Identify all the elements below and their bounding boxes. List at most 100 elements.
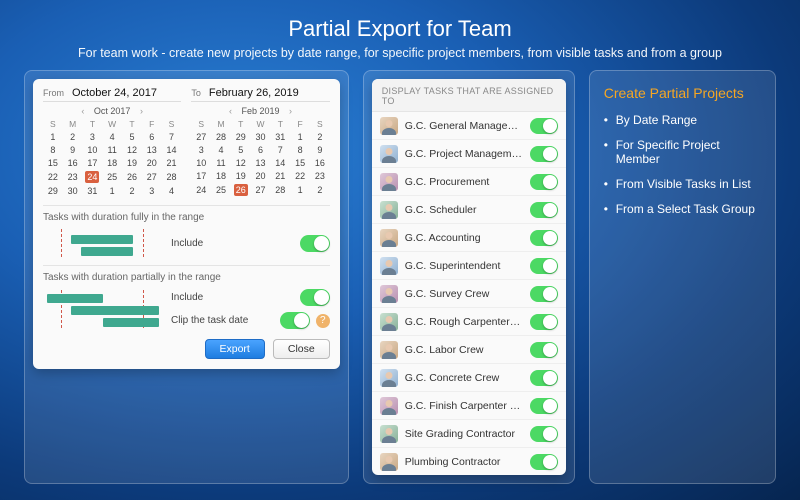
calendar-day[interactable]: 18 — [102, 156, 122, 169]
assignee-toggle[interactable] — [530, 258, 558, 274]
calendar-day[interactable]: 6 — [251, 143, 271, 156]
calendar-day[interactable]: 25 — [102, 169, 122, 184]
calendar-day[interactable]: 1 — [290, 130, 310, 143]
calendar-day[interactable]: 4 — [102, 130, 122, 143]
calendar-day[interactable]: 23 — [63, 169, 83, 184]
assignee-toggle[interactable] — [530, 230, 558, 246]
assignee-toggle[interactable] — [530, 398, 558, 414]
calendar-day[interactable]: 19 — [231, 169, 251, 182]
calendar-day[interactable]: 3 — [191, 143, 211, 156]
to-date-value[interactable]: February 26, 2019 — [209, 87, 299, 99]
assignee-toggle[interactable] — [530, 174, 558, 190]
calendar-day[interactable]: 12 — [231, 156, 251, 169]
calendar-day[interactable]: 29 — [43, 184, 63, 197]
calendar-day[interactable]: 8 — [43, 143, 63, 156]
calendar-day[interactable]: 25 — [211, 182, 231, 197]
calendar-day[interactable]: 11 — [211, 156, 231, 169]
calendar-day[interactable]: 22 — [43, 169, 63, 184]
calendar-day[interactable]: 17 — [191, 169, 211, 182]
calendar-day[interactable]: 14 — [162, 143, 182, 156]
from-date-value[interactable]: October 24, 2017 — [72, 87, 157, 99]
calendar-day[interactable]: 16 — [63, 156, 83, 169]
calendar-day[interactable]: 10 — [83, 143, 103, 156]
calendar-day[interactable]: 10 — [191, 156, 211, 169]
calendar-day[interactable]: 24 — [83, 169, 103, 184]
calendar-day[interactable]: 12 — [122, 143, 142, 156]
assignee-toggle[interactable] — [530, 342, 558, 358]
calendar-day[interactable]: 31 — [270, 130, 290, 143]
to-calendar[interactable]: ‹ Feb 2019 › SMTWTFS27282930311234567891… — [191, 106, 329, 197]
calendar-day[interactable]: 30 — [63, 184, 83, 197]
calendar-day[interactable]: 27 — [142, 169, 162, 184]
calendar-day[interactable]: 20 — [251, 169, 271, 182]
calendar-day[interactable]: 29 — [231, 130, 251, 143]
close-button[interactable]: Close — [273, 339, 330, 359]
calendar-day[interactable]: 30 — [251, 130, 271, 143]
include-fully-toggle[interactable] — [300, 235, 330, 252]
calendar-day[interactable]: 27 — [191, 130, 211, 143]
calendar-day[interactable]: 21 — [270, 169, 290, 182]
calendar-day[interactable]: 19 — [122, 156, 142, 169]
assignee-toggle[interactable] — [530, 286, 558, 302]
from-calendar[interactable]: ‹ Oct 2017 › SMTWTFS12345678910111213141… — [43, 106, 181, 197]
assignee-toggle[interactable] — [530, 202, 558, 218]
calendar-day[interactable]: 21 — [162, 156, 182, 169]
calendar-day[interactable]: 26 — [122, 169, 142, 184]
chevron-right-icon[interactable]: › — [286, 106, 296, 116]
assignee-toggle[interactable] — [530, 454, 558, 470]
clip-task-date-toggle[interactable] — [280, 312, 310, 329]
export-button[interactable]: Export — [205, 339, 265, 359]
calendar-day[interactable]: 11 — [102, 143, 122, 156]
calendar-day[interactable]: 16 — [310, 156, 330, 169]
calendar-day[interactable]: 15 — [43, 156, 63, 169]
avatar — [380, 453, 398, 471]
calendar-day[interactable]: 1 — [102, 184, 122, 197]
calendar-day[interactable]: 2 — [63, 130, 83, 143]
assignee-toggle[interactable] — [530, 314, 558, 330]
calendar-day[interactable]: 24 — [191, 182, 211, 197]
calendar-day[interactable]: 4 — [162, 184, 182, 197]
calendar-day[interactable]: 7 — [270, 143, 290, 156]
calendar-day[interactable]: 17 — [83, 156, 103, 169]
assignee-row: G.C. Finish Carpenter Crew — [372, 392, 566, 420]
calendar-day[interactable]: 13 — [142, 143, 162, 156]
calendar-day[interactable]: 31 — [83, 184, 103, 197]
calendar-day[interactable]: 28 — [211, 130, 231, 143]
help-icon[interactable]: ? — [316, 314, 330, 328]
calendar-day[interactable]: 5 — [122, 130, 142, 143]
calendar-day[interactable]: 26 — [231, 182, 251, 197]
calendar-day[interactable]: 28 — [162, 169, 182, 184]
calendar-day[interactable]: 20 — [142, 156, 162, 169]
calendar-day[interactable]: 8 — [290, 143, 310, 156]
calendar-day[interactable]: 14 — [270, 156, 290, 169]
calendar-day[interactable]: 1 — [43, 130, 63, 143]
calendar-day[interactable]: 22 — [290, 169, 310, 182]
calendar-day[interactable]: 3 — [83, 130, 103, 143]
calendar-day[interactable]: 9 — [63, 143, 83, 156]
calendar-day[interactable]: 3 — [142, 184, 162, 197]
calendar-day[interactable]: 18 — [211, 169, 231, 182]
calendar-day[interactable]: 2 — [122, 184, 142, 197]
assignee-toggle[interactable] — [530, 146, 558, 162]
calendar-day[interactable]: 5 — [231, 143, 251, 156]
calendar-day[interactable]: 13 — [251, 156, 271, 169]
chevron-right-icon[interactable]: › — [136, 106, 146, 116]
calendar-day[interactable]: 2 — [310, 182, 330, 197]
assignee-toggle[interactable] — [530, 426, 558, 442]
calendar-day[interactable]: 28 — [270, 182, 290, 197]
chevron-left-icon[interactable]: ‹ — [226, 106, 236, 116]
assignee-toggle[interactable] — [530, 370, 558, 386]
calendar-day[interactable]: 7 — [162, 130, 182, 143]
calendar-day[interactable]: 15 — [290, 156, 310, 169]
avatar — [380, 173, 398, 191]
calendar-day[interactable]: 4 — [211, 143, 231, 156]
assignee-toggle[interactable] — [530, 118, 558, 134]
calendar-day[interactable]: 1 — [290, 182, 310, 197]
calendar-day[interactable]: 27 — [251, 182, 271, 197]
calendar-day[interactable]: 23 — [310, 169, 330, 182]
calendar-day[interactable]: 9 — [310, 143, 330, 156]
calendar-day[interactable]: 2 — [310, 130, 330, 143]
include-partial-toggle[interactable] — [300, 289, 330, 306]
chevron-left-icon[interactable]: ‹ — [78, 106, 88, 116]
calendar-day[interactable]: 6 — [142, 130, 162, 143]
